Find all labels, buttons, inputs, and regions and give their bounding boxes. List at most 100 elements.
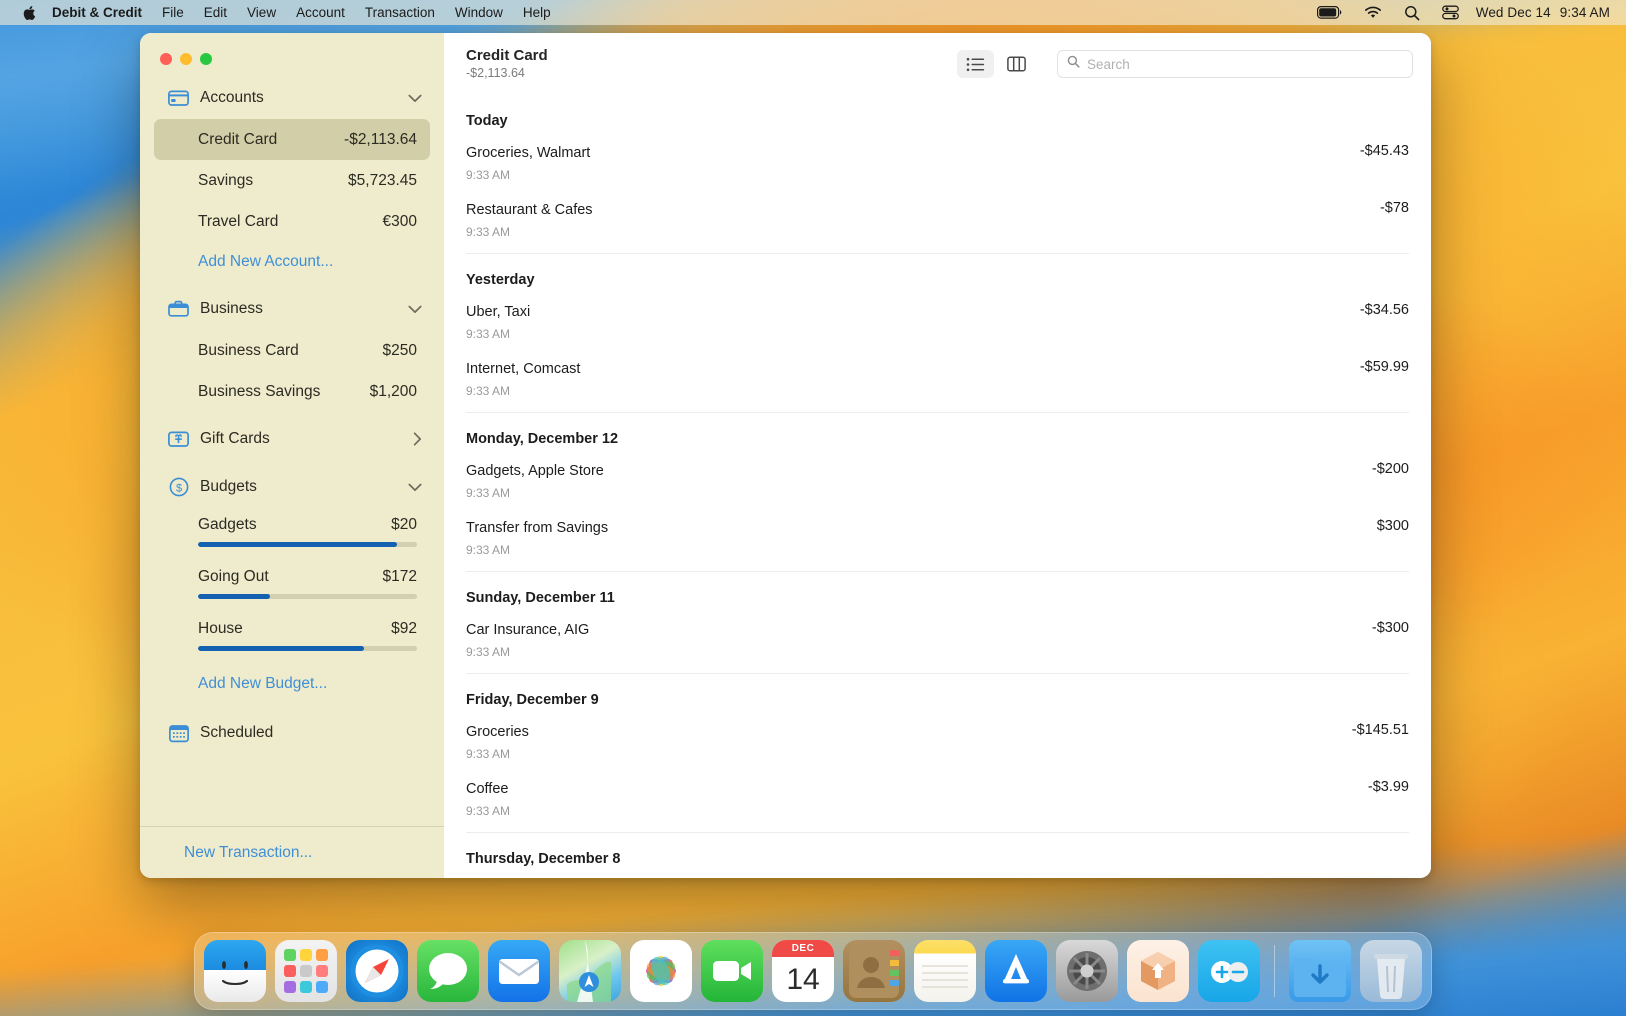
transaction-row[interactable]: Groceries 9:33 AM-$145.51 bbox=[466, 718, 1409, 775]
transaction-time: 9:33 AM bbox=[466, 745, 1332, 763]
account-amount: $5,723.45 bbox=[348, 172, 417, 190]
menu-bar-left: Debit & Credit File Edit View Account Tr… bbox=[0, 3, 561, 22]
menu-item-file[interactable]: File bbox=[152, 3, 194, 22]
wifi-icon[interactable] bbox=[1353, 3, 1393, 23]
transaction-amount: -$145.51 bbox=[1332, 722, 1409, 738]
budget-item-house[interactable]: House $92 bbox=[154, 612, 430, 651]
budget-name: Going Out bbox=[198, 568, 383, 586]
dock-item-facetime[interactable] bbox=[701, 940, 763, 1002]
transaction-row[interactable]: Uber, Taxi 9:33 AM-$34.56 bbox=[466, 298, 1409, 355]
transaction-row[interactable]: Restaurant & Cafes9:33 AM-$78 bbox=[466, 196, 1409, 253]
menu-item-transaction[interactable]: Transaction bbox=[355, 3, 445, 22]
menu-bar: Debit & Credit File Edit View Account Tr… bbox=[0, 0, 1626, 25]
page-title: Credit Card bbox=[466, 46, 548, 65]
dock-item-finder[interactable] bbox=[204, 940, 266, 1002]
transactions-list[interactable]: TodayGroceries, Walmart9:33 AM-$45.43Res… bbox=[444, 95, 1431, 878]
dock-item-system-settings[interactable] bbox=[1056, 940, 1118, 1002]
transaction-name: Uber, Taxi bbox=[466, 302, 1340, 323]
budget-header: Going Out $172 bbox=[198, 560, 417, 594]
search-field[interactable]: Search bbox=[1057, 50, 1413, 78]
dock-item-app-store[interactable] bbox=[985, 940, 1047, 1002]
menu-item-view[interactable]: View bbox=[237, 3, 286, 22]
transaction-day-header: Yesterday bbox=[466, 254, 1409, 298]
sidebar-item-travel-card[interactable]: Travel Card €300 bbox=[154, 201, 430, 242]
dock-item-maps[interactable] bbox=[559, 940, 621, 1002]
new-transaction-link[interactable]: New Transaction... bbox=[140, 826, 444, 878]
sidebar-group-gift-cards[interactable]: Gift Cards bbox=[154, 418, 430, 460]
transaction-amount: -$200 bbox=[1352, 461, 1409, 477]
view-mode-switcher bbox=[957, 50, 1035, 78]
apple-logo-icon[interactable] bbox=[16, 5, 42, 21]
maximize-button[interactable] bbox=[200, 53, 212, 65]
dock-item-mail[interactable] bbox=[488, 940, 550, 1002]
battery-icon[interactable] bbox=[1306, 3, 1353, 23]
menu-bar-status-area: Wed Dec 149:34 AM bbox=[1306, 3, 1626, 23]
transaction-name: Internet, Comcast bbox=[466, 359, 1340, 380]
close-button[interactable] bbox=[160, 53, 172, 65]
add-new-budget-link[interactable]: Add New Budget... bbox=[154, 664, 430, 704]
sidebar-item-scheduled[interactable]: Scheduled bbox=[154, 712, 430, 754]
dock-item-zoom[interactable] bbox=[1198, 940, 1260, 1002]
spotlight-search-icon[interactable] bbox=[1393, 3, 1431, 23]
dock-item-messages[interactable] bbox=[417, 940, 479, 1002]
transaction-row[interactable]: Car Insurance, AIG9:33 AM-$300 bbox=[466, 616, 1409, 673]
control-center-icon[interactable] bbox=[1431, 3, 1470, 23]
sidebar-item-business-card[interactable]: Business Card $250 bbox=[154, 330, 430, 371]
dock-item-launchpad[interactable] bbox=[275, 940, 337, 1002]
budget-amount: $172 bbox=[383, 568, 417, 586]
sidebar-item-savings[interactable]: Savings $5,723.45 bbox=[154, 160, 430, 201]
dock-item-contacts[interactable] bbox=[843, 940, 905, 1002]
dock-item-safari[interactable] bbox=[346, 940, 408, 1002]
transaction-info: Car Insurance, AIG9:33 AM bbox=[466, 620, 1352, 661]
sidebar-group-business[interactable]: Business bbox=[154, 288, 430, 330]
chevron-down-icon[interactable] bbox=[408, 305, 422, 314]
sidebar-content: Accounts Credit Card -$2,113.64 Savings … bbox=[140, 77, 444, 826]
sidebar-group-label: Accounts bbox=[200, 89, 397, 107]
calendar-day: 14 bbox=[772, 957, 834, 1002]
menu-item-account[interactable]: Account bbox=[286, 3, 355, 22]
budget-header: Gadgets $20 bbox=[198, 508, 417, 542]
menu-item-window[interactable]: Window bbox=[445, 3, 513, 22]
list-view-button[interactable] bbox=[957, 50, 994, 78]
transaction-name: Groceries bbox=[466, 722, 1332, 743]
transaction-row[interactable]: Gas, Shell9:33 AM-$45.66 bbox=[466, 877, 1409, 878]
transaction-row[interactable]: Internet, Comcast9:33 AM-$59.99 bbox=[466, 355, 1409, 412]
transaction-amount: -$34.56 bbox=[1340, 302, 1409, 318]
dock-item-trash[interactable] bbox=[1360, 940, 1422, 1002]
dock-item-downloads[interactable] bbox=[1289, 940, 1351, 1002]
transaction-time: 9:33 AM bbox=[466, 325, 1340, 343]
chevron-down-icon[interactable] bbox=[408, 483, 422, 492]
transaction-name: Transfer from Savings bbox=[466, 518, 1357, 539]
dock-item-photos[interactable] bbox=[630, 940, 692, 1002]
chevron-down-icon[interactable] bbox=[408, 94, 422, 103]
transaction-info: Gadgets, Apple Store9:33 AM bbox=[466, 461, 1352, 502]
transaction-row[interactable]: Gadgets, Apple Store9:33 AM-$200 bbox=[466, 457, 1409, 514]
sidebar-group-accounts[interactable]: Accounts bbox=[154, 77, 430, 119]
transaction-day-header: Monday, December 12 bbox=[466, 413, 1409, 457]
calendar-icon bbox=[168, 723, 189, 744]
transaction-row[interactable]: Groceries, Walmart9:33 AM-$45.43 bbox=[466, 139, 1409, 196]
minimize-button[interactable] bbox=[180, 53, 192, 65]
menu-bar-clock[interactable]: Wed Dec 149:34 AM bbox=[1470, 5, 1610, 20]
add-new-account-link[interactable]: Add New Account... bbox=[154, 242, 430, 282]
account-name: Business Card bbox=[198, 342, 383, 360]
budget-item-gadgets[interactable]: Gadgets $20 bbox=[154, 508, 430, 547]
transaction-time: 9:33 AM bbox=[466, 484, 1352, 502]
column-view-button[interactable] bbox=[998, 50, 1035, 78]
menu-item-edit[interactable]: Edit bbox=[194, 3, 237, 22]
sidebar-item-business-savings[interactable]: Business Savings $1,200 bbox=[154, 371, 430, 412]
dock-item-calendar[interactable]: DEC 14 bbox=[772, 940, 834, 1002]
sidebar-item-label: Scheduled bbox=[200, 724, 422, 742]
dock-item-notes[interactable] bbox=[914, 940, 976, 1002]
sidebar-group-budgets[interactable]: $ Budgets bbox=[154, 466, 430, 508]
calendar-month: DEC bbox=[772, 940, 834, 957]
transaction-row[interactable]: Transfer from Savings9:33 AM$300 bbox=[466, 514, 1409, 571]
menu-app-name[interactable]: Debit & Credit bbox=[42, 3, 152, 22]
transaction-row[interactable]: Coffee9:33 AM-$3.99 bbox=[466, 775, 1409, 832]
transaction-day-header: Today bbox=[466, 95, 1409, 139]
dock-item-debit-credit[interactable] bbox=[1127, 940, 1189, 1002]
sidebar-item-credit-card[interactable]: Credit Card -$2,113.64 bbox=[154, 119, 430, 160]
chevron-right-icon[interactable] bbox=[413, 432, 422, 446]
budget-item-going-out[interactable]: Going Out $172 bbox=[154, 560, 430, 599]
menu-item-help[interactable]: Help bbox=[513, 3, 561, 22]
